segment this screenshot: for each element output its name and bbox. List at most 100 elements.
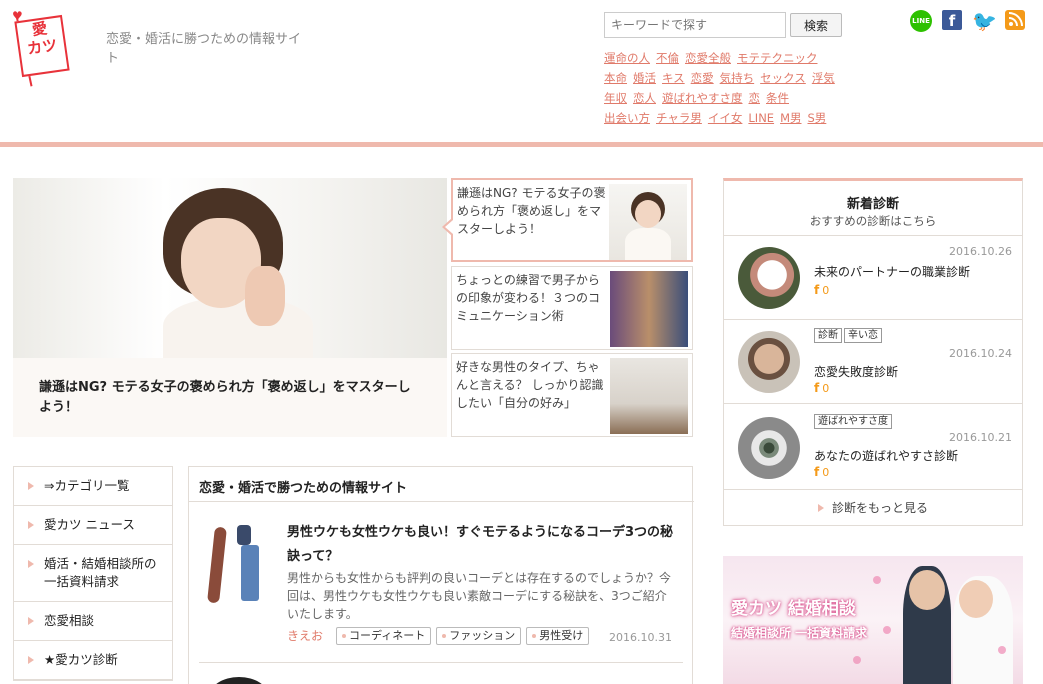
facebook-icon[interactable]: f — [942, 10, 962, 30]
hero-feature[interactable]: 謙遜はNG? モテる女子の褒められ方「褒め返し」をマスターしよう！ — [13, 178, 447, 437]
more-diagnoses-label: 診断をもっと見る — [831, 501, 928, 515]
rss-icon[interactable] — [1005, 10, 1025, 30]
dot-icon — [532, 634, 537, 638]
diagnosis-badges: 診断 辛い恋 — [814, 327, 884, 343]
divider — [199, 662, 683, 663]
triangle-icon — [817, 504, 824, 512]
site-header: ♥ 愛 カツ 恋愛・婚活に勝つための情報サイト 検索 LINE f 🐦 運命の人… — [0, 0, 1043, 143]
diagnosis-item[interactable]: 診断 辛い恋 2016.10.24 恋愛失敗度診断 f0 — [724, 321, 1022, 405]
diagnosis-badge[interactable]: 辛い恋 — [844, 328, 882, 343]
tag-link[interactable]: 本命 — [604, 71, 627, 85]
featured-item[interactable]: ちょっとの練習で男子からの印象が変わる！３つのコミュニケーション術 — [451, 266, 693, 350]
petal-shape — [873, 576, 881, 584]
tag-link[interactable]: 遊ばれやすさ度 — [662, 91, 743, 105]
tag-link[interactable]: セックス — [760, 71, 806, 85]
twitter-icon[interactable]: 🐦 — [972, 10, 997, 32]
nav-label: ⇒カテゴリ一覧 — [44, 478, 130, 493]
triangle-icon — [28, 560, 34, 568]
tag-link[interactable]: モテテクニック — [737, 51, 818, 65]
tag-link[interactable]: 婚活 — [633, 71, 656, 85]
featured-item-thumbnail — [610, 358, 688, 434]
tag-link[interactable]: 浮気 — [812, 71, 835, 85]
diagnostics-subtitle: おすすめの診断はこちら — [809, 214, 937, 228]
tag-link[interactable]: M男 — [780, 111, 801, 125]
search-input[interactable] — [604, 12, 786, 38]
site-logo[interactable]: ♥ 愛 カツ — [10, 8, 70, 90]
featured-item[interactable]: 好きな男性のタイプ、ちゃんと言える？ しっかり認識したい「自分の好み」 — [451, 353, 693, 437]
triangle-icon — [28, 617, 34, 625]
tag-link[interactable]: チャラ男 — [656, 111, 702, 125]
thumb-shape — [241, 545, 259, 601]
diagnosis-name[interactable]: あなたの遊ばれやすさ診断 — [814, 447, 958, 464]
tag-link[interactable]: 恋 — [749, 91, 761, 105]
site-tagline: 恋愛・婚活に勝つための情報サイト — [106, 32, 302, 66]
more-diagnoses-link[interactable]: 診断をもっと見る — [724, 499, 1022, 516]
diagnosis-image — [738, 331, 800, 393]
facebook-count: f0 — [814, 283, 829, 297]
diagnosis-date: 2016.10.21 — [949, 431, 1012, 444]
nav-item-news[interactable]: 愛カツ ニュース — [14, 506, 172, 545]
dot-icon — [442, 634, 447, 638]
article-thumbnail[interactable] — [203, 523, 275, 607]
marriage-consult-banner[interactable]: 愛カツ 結婚相談 結婚相談所 一括資料請求 — [723, 556, 1023, 684]
tag-link[interactable]: キス — [662, 71, 685, 85]
diagnosis-name[interactable]: 恋愛失敗度診断 — [814, 363, 898, 380]
article-tag-label: 男性受け — [539, 629, 584, 642]
article-tag[interactable]: ファッション — [436, 627, 522, 645]
article-title[interactable]: 男性ウケも女性ウケも良い！すぐモテるようになるコーデ3つの秘訣って？ — [287, 521, 677, 569]
tag-link[interactable]: 出会い方 — [604, 111, 650, 125]
article-list: 恋愛・婚活で勝つための情報サイト 男性ウケも女性ウケも良い！すぐモテるようになる… — [188, 466, 694, 684]
nav-label: 婚活・結婚相談所の一括資料請求 — [44, 556, 157, 589]
diagnosis-name[interactable]: 未来のパートナーの職業診断 — [814, 263, 970, 280]
petal-shape — [883, 626, 891, 634]
hero-image — [13, 178, 447, 368]
dot-icon — [342, 634, 346, 638]
tag-link[interactable]: イイ女 — [708, 111, 743, 125]
nav-item-bulk-request[interactable]: 婚活・結婚相談所の一括資料請求 — [14, 545, 172, 602]
article-tag-label: ファッション — [449, 629, 516, 642]
banner-image-bride-face — [959, 580, 993, 618]
diagnosis-item[interactable]: 2016.10.26 未来のパートナーの職業診断 f0 — [724, 237, 1022, 321]
tag-link[interactable]: 年収 — [604, 91, 627, 105]
article-tag-label: コーディネート — [349, 629, 426, 642]
diagnosis-badges: 遊ばれやすさ度 — [814, 413, 894, 429]
section-title: 恋愛・婚活で勝つための情報サイト — [199, 481, 408, 496]
tag-row: 運命の人 不倫 恋愛全般 モテテクニック — [604, 50, 864, 70]
line-icon[interactable]: LINE — [910, 10, 932, 32]
featured-item[interactable]: 謙遜はNG? モテる女子の褒められ方「褒め返し」をマスターしよう！ — [442, 178, 693, 262]
nav-item-diagnosis[interactable]: ★愛カツ診断 — [14, 641, 172, 680]
tag-link[interactable]: 条件 — [766, 91, 789, 105]
facebook-icon: f — [814, 381, 820, 395]
tag-link[interactable]: 恋愛 — [691, 71, 714, 85]
thumb-shape — [237, 525, 251, 545]
nav-item-consultation[interactable]: 恋愛相談 — [14, 602, 172, 641]
tag-link[interactable]: 恋人 — [633, 91, 656, 105]
diagnosis-item[interactable]: 遊ばれやすさ度 2016.10.21 あなたの遊ばれやすさ診断 f0 — [724, 407, 1022, 491]
banner-title: 愛カツ 結婚相談 — [731, 599, 856, 619]
tag-link[interactable]: LINE — [748, 111, 774, 125]
petal-shape — [998, 646, 1006, 654]
hero-caption[interactable]: 謙遜はNG? モテる女子の褒められ方「褒め返し」をマスターしよう！ — [13, 358, 447, 437]
hero-image-hands — [245, 266, 285, 326]
diagnosis-badge[interactable]: 診断 — [814, 328, 842, 343]
diagnosis-date: 2016.10.24 — [949, 347, 1012, 360]
diagnosis-badge[interactable]: 遊ばれやすさ度 — [814, 414, 892, 429]
banner-image-groom-face — [909, 570, 945, 610]
next-article-thumbnail[interactable] — [209, 677, 269, 684]
featured-item-thumbnail — [610, 271, 688, 347]
search-button[interactable]: 検索 — [790, 13, 842, 37]
tag-link[interactable]: 気持ち — [720, 71, 755, 85]
article-author[interactable]: きえお — [287, 627, 323, 644]
divider — [724, 319, 1022, 320]
diagnosis-image — [738, 417, 800, 479]
article-tag[interactable]: 男性受け — [526, 627, 590, 645]
tag-link[interactable]: 恋愛全般 — [685, 51, 731, 65]
divider — [724, 403, 1022, 404]
tag-link[interactable]: 運命の人 — [604, 51, 650, 65]
tag-link[interactable]: 不倫 — [656, 51, 679, 65]
tag-link[interactable]: S男 — [808, 111, 827, 125]
article-tag[interactable]: コーディネート — [336, 627, 432, 645]
nav-item-categories[interactable]: ⇒カテゴリ一覧 — [14, 467, 172, 506]
tag-row: 本命 婚活 キス 恋愛 気持ち セックス 浮気 — [604, 70, 864, 90]
featured-item-title: 好きな男性のタイプ、ちゃんと言える？ しっかり認識したい「自分の好み」 — [456, 360, 604, 410]
